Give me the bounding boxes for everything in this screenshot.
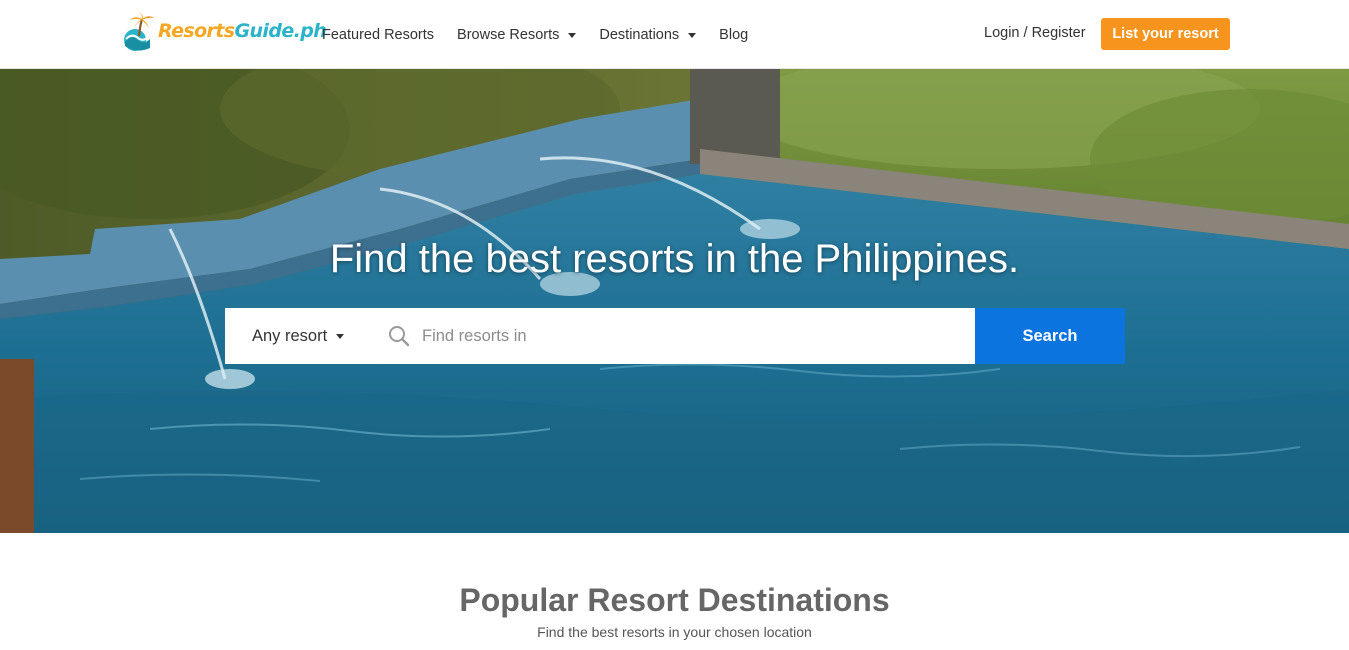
search-bar: Any resort Search xyxy=(225,308,1125,364)
search-icon xyxy=(389,326,410,347)
search-location-input[interactable] xyxy=(422,318,962,354)
site-header: ResortsGuide.ph Featured Resorts Browse … xyxy=(0,0,1349,69)
caret-down-icon xyxy=(688,32,697,38)
nav-blog-label: Blog xyxy=(719,26,749,43)
nav-destinations-label: Destinations xyxy=(599,26,680,43)
caret-down-icon xyxy=(336,334,345,339)
nav-blog[interactable]: Blog xyxy=(719,27,748,43)
site-logo[interactable]: ResortsGuide.ph xyxy=(122,10,327,54)
login-register-link[interactable]: Login / Register xyxy=(984,25,1086,41)
hero-banner: Find the best resorts in the Philippines… xyxy=(0,69,1349,533)
resort-type-value: Any resort xyxy=(252,326,328,345)
nav-featured-resorts-label: Featured Resorts xyxy=(322,26,435,43)
caret-down-icon xyxy=(568,32,577,38)
nav-featured-resorts[interactable]: Featured Resorts xyxy=(322,27,434,43)
nav-browse-resorts[interactable]: Browse Resorts xyxy=(457,26,577,43)
section-subtitle: Find the best resorts in your chosen loc… xyxy=(537,624,812,640)
logo-text-part-2: Guide.ph xyxy=(234,20,327,42)
palm-tree-wave-icon xyxy=(124,12,154,51)
main-nav: Featured Resorts Browse Resorts Destinat… xyxy=(322,0,771,69)
nav-browse-resorts-label: Browse Resorts xyxy=(457,26,560,43)
section-title: Popular Resort Destinations xyxy=(459,582,890,618)
resort-type-select[interactable]: Any resort xyxy=(225,308,375,364)
list-your-resort-button[interactable]: List your resort xyxy=(1101,18,1230,50)
hero-pool-image xyxy=(0,69,1349,533)
nav-destinations[interactable]: Destinations xyxy=(599,26,697,43)
logo-text-part-1: Resorts xyxy=(158,20,235,42)
logo-text: ResortsGuide.ph xyxy=(158,20,327,42)
hero-title: Find the best resorts in the Philippines… xyxy=(329,237,1020,281)
search-button[interactable]: Search xyxy=(975,308,1125,364)
